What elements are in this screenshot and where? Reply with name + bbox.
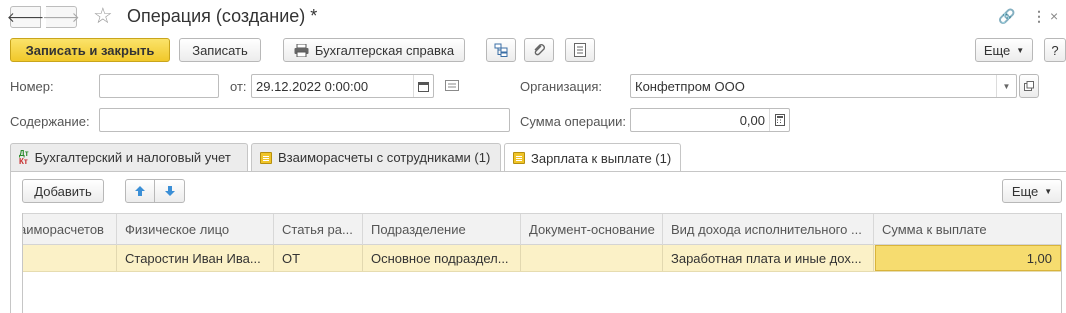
arrow-down-icon [164, 186, 175, 196]
save-and-close-button[interactable]: Записать и закрыть [10, 38, 170, 62]
add-button[interactable]: Добавить [22, 179, 104, 203]
forward-button[interactable]: 🡒 [42, 6, 80, 28]
operation-amount-value: 0,00 [739, 112, 765, 128]
table-cell[interactable]: 2 [23, 245, 117, 271]
save-button[interactable]: Записать [179, 38, 261, 62]
paperclip-icon [534, 44, 545, 56]
arrow-right-icon: 🡒 [42, 8, 80, 25]
help-button[interactable]: ? [1044, 38, 1066, 62]
table-cell[interactable]: ОТ [274, 245, 363, 271]
column-header[interactable]: заиморасчетов [23, 214, 117, 245]
open-link-icon [1024, 81, 1034, 91]
close-icon[interactable]: × [1050, 8, 1058, 24]
number-label: Номер: [10, 79, 54, 94]
chevron-down-icon: ▼ [1044, 186, 1053, 196]
accounting-report-label: Бухгалтерская справка [314, 42, 455, 58]
hierarchy-icon [494, 43, 508, 57]
table-cell[interactable]: Старостин Иван Ива... [117, 245, 274, 271]
attachments-button[interactable] [524, 38, 554, 62]
dt-kt-icon: Дт Кт [19, 148, 29, 166]
tab-divider [10, 171, 1066, 172]
calculator-icon[interactable] [769, 109, 789, 131]
arrow-up-icon [135, 186, 145, 196]
structure-button[interactable] [486, 38, 516, 62]
column-header[interactable]: Вид дохода исполнительного ... [663, 214, 874, 245]
column-header[interactable]: Статья ра... [274, 214, 363, 245]
date-label: от: [230, 79, 247, 94]
list-document-icon [574, 43, 586, 57]
table-header: заиморасчетов Физическое лицо Статья ра.… [23, 213, 1061, 245]
operation-amount-label: Сумма операции: [520, 114, 626, 129]
tab-accounting[interactable]: Дт Кт Бухгалтерский и налоговый учет [10, 143, 248, 171]
table-more-label: Еще [1011, 183, 1039, 199]
operation-amount-input[interactable]: 0,00 [630, 108, 790, 132]
date-input[interactable]: 29.12.2022 0:00:00 [251, 74, 434, 98]
link-icon[interactable]: 🔗 [998, 8, 1015, 25]
table-cell[interactable]: Основное подраздел... [363, 245, 521, 271]
document-icon [260, 151, 272, 164]
salary-table[interactable]: заиморасчетов Физическое лицо Статья ра.… [22, 213, 1062, 313]
tab-label: Зарплата к выплате (1) [531, 150, 672, 166]
comment-icon[interactable] [445, 80, 459, 95]
number-input[interactable] [99, 74, 219, 98]
column-header[interactable]: Подразделение [363, 214, 521, 245]
column-header[interactable]: Физическое лицо [117, 214, 274, 245]
table-row[interactable]: 2 Старостин Иван Ива... ОТ Основное подр… [23, 245, 1061, 272]
list-button[interactable] [565, 38, 595, 62]
organization-select[interactable]: Конфетпром ООО ▼ [630, 74, 1017, 98]
organization-label: Организация: [520, 79, 603, 94]
back-button[interactable]: 🡐 [7, 6, 44, 28]
favorite-star-icon[interactable]: ☆ [93, 3, 113, 29]
window-title: Операция (создание) * [127, 6, 318, 26]
tab-label: Бухгалтерский и налоговый учет [34, 150, 231, 165]
document-icon [513, 152, 525, 164]
move-down-button[interactable] [155, 179, 185, 203]
table-more-button[interactable]: Еще ▼ [1002, 179, 1062, 203]
chevron-down-icon: ▼ [1016, 45, 1025, 55]
table-cell[interactable]: Заработная плата и иные дох... [663, 245, 874, 271]
tab-label: Взаиморасчеты с сотрудниками (1) [278, 150, 491, 165]
arrow-left-icon: 🡐 [6, 8, 45, 25]
more-menu-button[interactable]: Еще ▼ [975, 38, 1033, 62]
content-label: Содержание: [10, 114, 90, 129]
column-header[interactable]: Сумма к выплате [874, 214, 1061, 245]
content-input[interactable] [99, 108, 510, 132]
more-menu-label: Еще [983, 42, 1011, 58]
tab-panel-border [10, 172, 11, 313]
table-cell[interactable] [521, 245, 663, 271]
more-vertical-icon[interactable]: ⋮ [1032, 8, 1046, 25]
organization-value: Конфетпром ООО [635, 78, 745, 94]
printer-icon [294, 43, 309, 57]
chevron-down-icon[interactable]: ▼ [996, 75, 1016, 97]
open-organization-button[interactable] [1019, 74, 1039, 98]
accounting-report-button[interactable]: Бухгалтерская справка [283, 38, 465, 62]
move-up-button[interactable] [125, 179, 155, 203]
tab-employee-settlements[interactable]: Взаиморасчеты с сотрудниками (1) [251, 143, 501, 171]
tab-salary-payable[interactable]: Зарплата к выплате (1) [504, 143, 681, 172]
calendar-icon[interactable] [413, 75, 433, 97]
table-cell-selected[interactable]: 1,00 [875, 245, 1061, 271]
date-value: 29.12.2022 0:00:00 [256, 78, 369, 94]
column-header[interactable]: Документ-основание [521, 214, 663, 245]
